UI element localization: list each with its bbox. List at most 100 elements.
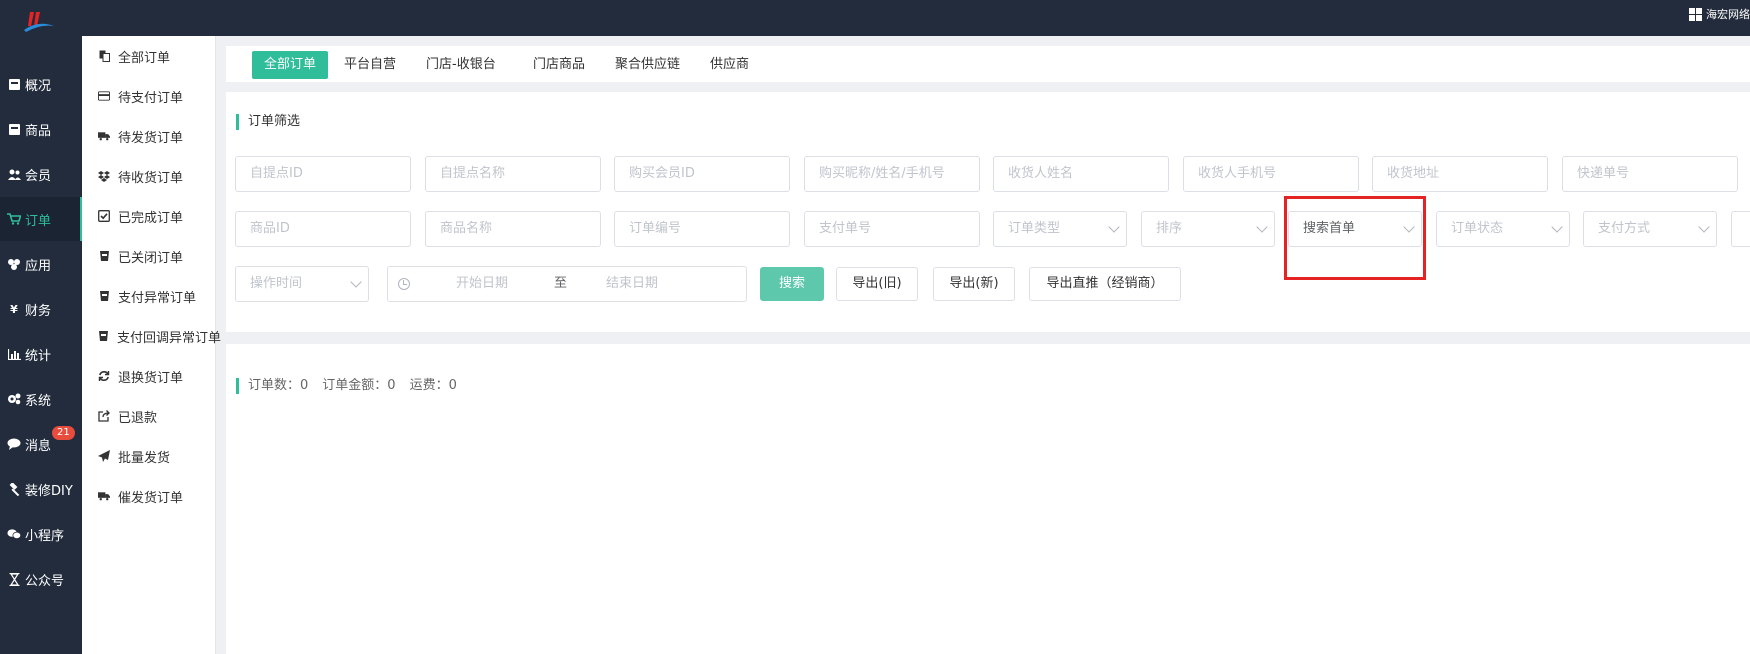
cup-icon — [98, 250, 110, 262]
search-button[interactable]: 搜索 — [760, 267, 824, 301]
sidebar-item-members[interactable]: 会员 — [0, 152, 82, 196]
export-direct-button[interactable]: 导出直推（经销商） — [1029, 267, 1181, 301]
sidebar-item-miniprogram[interactable]: 小程序 — [0, 512, 82, 556]
receiver-address-input[interactable]: 收货地址 — [1372, 156, 1548, 192]
chevron-down-icon — [1108, 221, 1120, 233]
sidebar-item-goods[interactable]: 商品 — [0, 107, 82, 151]
tab-supplier[interactable]: 供应商 — [698, 51, 761, 79]
truck-icon — [98, 490, 110, 502]
submenu-completed[interactable]: 已完成订单 — [82, 196, 216, 236]
message-count-badge: 21 — [52, 426, 75, 440]
gears-icon — [7, 392, 21, 406]
freight-amount: 运费：0 — [409, 378, 457, 393]
sidebar-item-system[interactable]: 系统 — [0, 377, 82, 421]
sidebar-item-orders[interactable]: 订单 — [0, 197, 82, 241]
payment-number-input[interactable]: 支付单号 — [804, 211, 980, 247]
pickup-point-id-input[interactable]: 自提点ID — [235, 156, 411, 192]
section-title: 订单筛选 — [236, 114, 300, 130]
submenu-label: 已关闭订单 — [118, 250, 184, 266]
hourglass-icon — [7, 572, 21, 586]
date-range-separator: 至 — [554, 276, 568, 291]
sidebar-item-official-account[interactable]: 公众号 — [0, 557, 82, 601]
sidebar-item-overview[interactable]: 概况 — [0, 62, 82, 106]
copy-icon — [98, 50, 110, 62]
submenu-label: 待支付订单 — [118, 90, 184, 106]
submenu-label: 待发货订单 — [118, 130, 184, 146]
sidebar-item-label: 应用 — [25, 258, 52, 274]
sort-value: 排序 — [1156, 221, 1183, 236]
goods-name-input[interactable]: 商品名称 — [425, 211, 601, 247]
highlight-box — [1284, 196, 1426, 280]
share-square-icon — [98, 410, 110, 422]
chevron-down-icon — [1551, 221, 1563, 233]
submenu-all-orders[interactable]: 全部订单 — [82, 36, 216, 76]
tab-store-cashier[interactable]: 门店-收银台 — [414, 51, 508, 79]
start-date-input[interactable]: 开始日期 — [456, 267, 508, 301]
submenu-pending-receipt[interactable]: 待收货订单 — [82, 156, 216, 196]
submenu-urge-shipment[interactable]: 催发货订单 — [82, 476, 216, 516]
receiver-phone-input[interactable]: 收货人手机号 — [1183, 156, 1359, 192]
hammer-icon — [7, 482, 21, 496]
sidebar-item-finance[interactable]: ¥ 财务 — [0, 287, 82, 331]
payment-method-select[interactable]: 支付方式 — [1583, 211, 1717, 247]
sidebar-item-label: 装修DIY — [25, 483, 73, 499]
bar-chart-icon — [7, 347, 21, 361]
order-filter-panel: 订单筛选 自提点ID 自提点名称 购买会员ID 购买昵称/姓名/手机号 收货人姓… — [226, 92, 1750, 332]
order-number-input[interactable]: 订单编号 — [614, 211, 790, 247]
operation-time-select[interactable]: 操作时间 — [235, 266, 369, 302]
date-range-picker[interactable]: 开始日期 至 结束日期 — [387, 266, 747, 302]
cart-icon — [7, 212, 21, 226]
order-source-tabs: 全部订单 平台自营 门店-收银台 门店商品 聚合供应链 供应商 — [226, 46, 1750, 82]
paper-plane-icon — [98, 450, 110, 462]
submenu-label: 支付回调异常订单 — [117, 330, 222, 346]
sidebar-item-stats[interactable]: 统计 — [0, 332, 82, 376]
submenu-callback-exception[interactable]: 支付回调异常订单 — [82, 316, 221, 356]
sidebar-item-apps[interactable]: 应用 — [0, 242, 82, 286]
submenu-pending-payment[interactable]: 待支付订单 — [82, 76, 216, 116]
more-filter-select[interactable] — [1731, 211, 1750, 247]
tab-all-orders[interactable]: 全部订单 — [252, 51, 329, 79]
pickup-point-name-input[interactable]: 自提点名称 — [425, 156, 601, 192]
sort-select[interactable]: 排序 — [1141, 211, 1275, 247]
dashboard-icon — [7, 77, 21, 91]
org-switcher[interactable]: 海宏网络 — [1689, 6, 1750, 22]
export-old-button[interactable]: 导出(旧) — [836, 267, 918, 301]
sidebar-item-label: 统计 — [25, 348, 52, 364]
sidebar-item-label: 商品 — [25, 123, 52, 139]
refresh-icon — [98, 370, 110, 382]
submenu-pending-shipment[interactable]: 待发货订单 — [82, 116, 216, 156]
goods-icon — [7, 122, 21, 136]
buyer-member-id-input[interactable]: 购买会员ID — [614, 156, 790, 192]
clock-icon — [398, 278, 410, 290]
org-name: 海宏网络 — [1706, 8, 1750, 21]
submenu-returns[interactable]: 退换货订单 — [82, 356, 216, 396]
submenu-batch-shipping[interactable]: 批量发货 — [82, 436, 216, 476]
submenu-label: 催发货订单 — [118, 490, 184, 506]
cup-icon — [98, 290, 110, 302]
wechat-icon — [7, 527, 21, 541]
submenu-payment-exception[interactable]: 支付异常订单 — [82, 276, 216, 316]
tab-store-goods[interactable]: 门店商品 — [521, 51, 597, 79]
operation-time-value: 操作时间 — [250, 276, 303, 291]
chevron-down-icon — [350, 276, 362, 288]
order-status-select[interactable]: 订单状态 — [1436, 211, 1570, 247]
chat-icon — [7, 437, 21, 451]
export-new-button[interactable]: 导出(新) — [933, 267, 1015, 301]
buyer-name-phone-input[interactable]: 购买昵称/姓名/手机号 — [804, 156, 980, 192]
submenu-closed[interactable]: 已关闭订单 — [82, 236, 216, 276]
apps-icon — [7, 257, 21, 271]
receiver-name-input[interactable]: 收货人姓名 — [993, 156, 1169, 192]
submenu-label: 已退款 — [118, 410, 158, 426]
brand-logo — [24, 12, 54, 32]
tab-platform-self[interactable]: 平台自营 — [332, 51, 408, 79]
sidebar-item-messages[interactable]: 消息 21 — [0, 422, 82, 466]
tab-aggregated-supply[interactable]: 聚合供应链 — [603, 51, 692, 79]
chevron-down-icon — [1256, 221, 1268, 233]
tracking-number-input[interactable]: 快递单号 — [1562, 156, 1738, 192]
order-type-select[interactable]: 订单类型 — [993, 211, 1127, 247]
submenu-refunded[interactable]: 已退款 — [82, 396, 216, 436]
end-date-input[interactable]: 结束日期 — [606, 267, 658, 301]
goods-id-input[interactable]: 商品ID — [235, 211, 411, 247]
order-results-panel: 订单数：0 订单金额：0 运费：0 — [226, 344, 1750, 654]
sidebar-item-diy[interactable]: 装修DIY — [0, 467, 82, 511]
